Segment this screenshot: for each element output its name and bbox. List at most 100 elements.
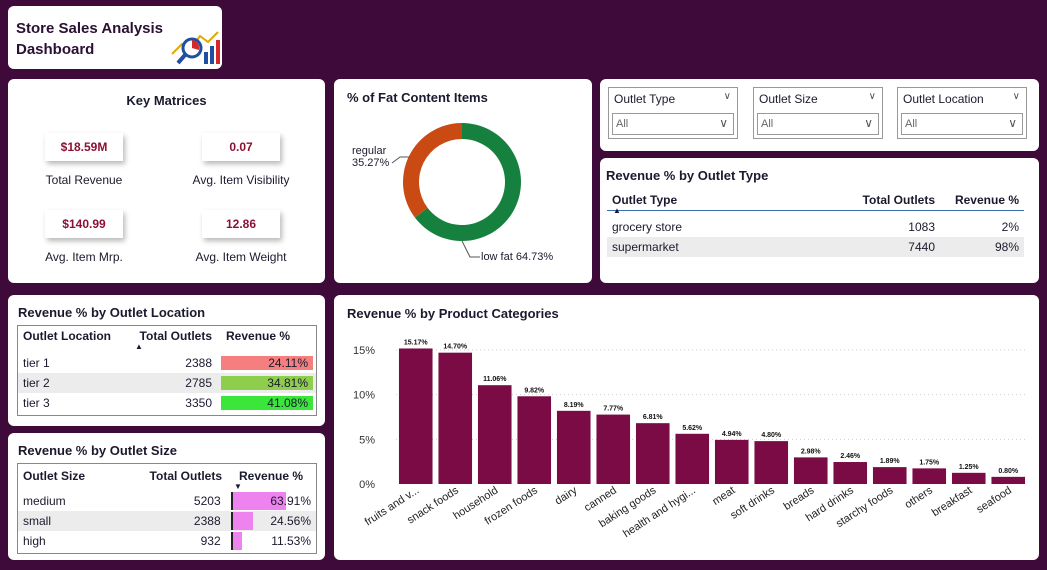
x-tick-label: others <box>903 484 936 511</box>
revenue-databar-cell: 63.91% <box>230 492 316 510</box>
y-tick-label: 0% <box>359 479 375 491</box>
metric-avg-item-weight: 12.86 Avg. Item Weight <box>171 210 311 264</box>
outlet-size-slicer[interactable]: Outlet Size ∨ All ∨ <box>753 87 883 139</box>
bar <box>991 476 1026 484</box>
x-tick-label: dairy <box>553 484 580 507</box>
outlet-location-slicer[interactable]: Outlet Location ∨ All ∨ <box>897 87 1027 139</box>
metric-value: $18.59M <box>45 133 123 161</box>
table-row: tier 2 2785 34.81% <box>18 373 316 393</box>
bar <box>438 352 473 484</box>
data-label: 15.17% <box>404 339 429 346</box>
outlet-type-table: Outlet Type Total Outlets Revenue % ▲ gr… <box>607 189 1024 257</box>
x-tick-label: breakfast <box>930 484 974 519</box>
data-label: 4.80% <box>761 432 782 439</box>
chevron-down-icon[interactable]: ∨ <box>1008 116 1017 130</box>
metric-avg-item-mrp: $140.99 Avg. Item Mrp. <box>14 210 154 264</box>
metric-value: 12.86 <box>202 210 280 238</box>
bar <box>754 441 789 484</box>
x-tick-label: health and hygi... <box>621 484 698 540</box>
chevron-down-icon[interactable]: ∨ <box>1013 91 1020 102</box>
key-metrics-title: Key Matrices <box>126 93 207 108</box>
revenue-databar-cell: 11.53% <box>230 532 316 550</box>
revenue-cell: 34.81% <box>221 376 313 390</box>
bar <box>517 396 552 484</box>
dashboard-title-card: Store Sales Analysis Dashboard <box>8 6 222 69</box>
revenue-cell: 41.08% <box>221 396 313 410</box>
chevron-down-icon[interactable]: ∨ <box>719 116 728 130</box>
donut-slice-regular <box>403 123 462 218</box>
table-header: Outlet Size Total Outlets Revenue % <box>18 465 316 487</box>
bar <box>793 457 828 484</box>
bar <box>556 410 591 484</box>
column-header[interactable]: Revenue % <box>940 193 1024 207</box>
outlet-size-table-title: Revenue % by Outlet Size <box>18 443 177 458</box>
revenue-databar-cell: 24.56% <box>230 512 316 530</box>
bar <box>714 439 749 484</box>
sort-ascending-icon: ▲ <box>135 342 143 351</box>
bar <box>596 414 631 484</box>
donut-label-regular: regular 35.27% <box>352 145 390 169</box>
bar <box>477 385 512 484</box>
donut-label-low-fat: low fat 64.73% <box>481 251 554 263</box>
data-label: 1.89% <box>880 458 901 465</box>
column-header[interactable]: Outlet Location <box>18 329 131 343</box>
bar <box>675 433 710 484</box>
x-tick-label: seafood <box>975 484 1014 515</box>
metric-label: Avg. Item Weight <box>195 250 287 264</box>
product-categories-chart-card: Revenue % by Product Categories 0% 5% 10% 1… <box>334 295 1039 560</box>
bar <box>398 348 433 484</box>
outlet-size-table: Outlet Size Total Outlets Revenue % ▼ me… <box>18 465 316 551</box>
data-label: 9.82% <box>524 387 545 394</box>
outlet-type-table-title: Revenue % by Outlet Type <box>606 168 769 183</box>
table-row: high 932 11.53% <box>18 531 316 551</box>
data-label: 5.62% <box>682 425 703 432</box>
column-header[interactable]: Revenue % <box>227 469 316 483</box>
outlet-location-dropdown[interactable]: All ∨ <box>901 113 1023 135</box>
table-row: grocery store 1083 2% <box>612 220 1019 234</box>
table-row: supermarket 7440 98% <box>607 237 1024 257</box>
data-label: 6.81% <box>643 414 664 421</box>
revenue-cell: 24.11% <box>221 356 313 370</box>
metric-value: $140.99 <box>45 210 123 238</box>
outlet-location-table-card: Revenue % by Outlet Location Outlet Loca… <box>8 295 325 426</box>
data-label: 7.77% <box>603 406 624 413</box>
column-header[interactable]: Total Outlets <box>832 193 940 207</box>
column-header[interactable]: Total Outlets <box>131 469 227 483</box>
metric-label: Total Revenue <box>45 173 123 187</box>
chevron-down-icon[interactable]: ∨ <box>724 91 731 102</box>
column-header[interactable]: Revenue % <box>217 329 316 343</box>
bar <box>912 468 947 484</box>
data-label: 2.46% <box>840 453 861 460</box>
outlet-type-slicer[interactable]: Outlet Type ∨ All ∨ <box>608 87 738 139</box>
data-label: 11.06% <box>483 376 507 383</box>
table-row: tier 1 2388 24.11% <box>18 353 316 373</box>
table-row: tier 3 3350 41.08% <box>18 393 316 413</box>
column-header[interactable]: Outlet Size <box>18 469 131 483</box>
outlet-size-table-card: Revenue % by Outlet Size Outlet Size Tot… <box>8 433 325 560</box>
metric-label: Avg. Item Mrp. <box>45 250 123 264</box>
sort-ascending-icon: ▲ <box>613 206 621 215</box>
y-tick-label: 10% <box>353 390 375 402</box>
metric-label: Avg. Item Visibility <box>192 173 290 187</box>
dashboard-title: Store Sales Analysis Dashboard <box>16 20 164 58</box>
column-header[interactable]: Outlet Type <box>607 193 832 207</box>
metric-total-revenue: $18.59M Total Revenue <box>14 133 154 187</box>
data-label: 2.98% <box>801 448 822 455</box>
x-tick-label: soft drinks <box>728 484 777 522</box>
chevron-down-icon[interactable]: ∨ <box>864 116 873 130</box>
column-header[interactable]: Total Outlets <box>131 329 217 343</box>
bar <box>951 472 986 484</box>
y-tick-label: 15% <box>353 345 375 357</box>
table-row: medium 5203 63.91% <box>18 491 316 511</box>
revenue-databar <box>232 512 254 530</box>
outlet-size-dropdown[interactable]: All ∨ <box>757 113 879 135</box>
outlet-type-dropdown[interactable]: All ∨ <box>612 113 734 135</box>
table-header: Outlet Type Total Outlets Revenue % <box>607 189 1024 211</box>
table-header: Outlet Location Total Outlets Revenue % <box>18 325 316 347</box>
key-metrics-card: Key Matrices $18.59M Total Revenue 0.07 … <box>8 79 325 283</box>
slicers-card: Outlet Type ∨ All ∨ Outlet Size ∨ All ∨ … <box>600 79 1039 151</box>
chevron-down-icon[interactable]: ∨ <box>869 91 876 102</box>
sort-descending-icon: ▼ <box>234 482 242 491</box>
bar <box>833 462 868 484</box>
metric-value: 0.07 <box>202 133 280 161</box>
